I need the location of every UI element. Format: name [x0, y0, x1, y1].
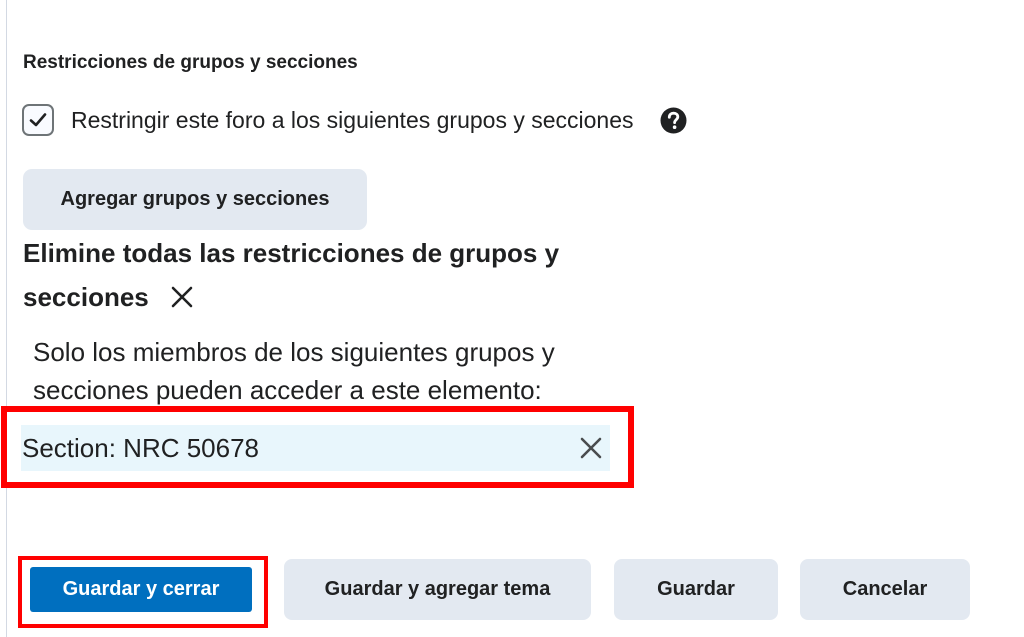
restrict-checkbox-label: Restringir este foro a los siguientes gr…	[71, 106, 634, 133]
remove-all-label: Elimine todas las restricciones de grupo…	[23, 238, 560, 312]
cancel-button[interactable]: Cancelar	[800, 559, 970, 620]
restrict-checkbox[interactable]	[22, 104, 54, 136]
restriction-item: Section: NRC 50678	[21, 425, 610, 471]
remove-all-restrictions: Elimine todas las restricciones de grupo…	[23, 231, 603, 319]
restriction-info-text: Solo los miembros de los siguientes grup…	[33, 337, 555, 405]
save-add-topic-button[interactable]: Guardar y agregar tema	[284, 559, 591, 620]
restriction-item-label: Section: NRC 50678	[22, 432, 260, 463]
save-button[interactable]: Guardar	[614, 559, 778, 620]
left-divider	[6, 0, 7, 637]
section-heading: Restricciones de grupos y secciones	[23, 52, 358, 73]
add-groups-button[interactable]: Agregar grupos y secciones	[23, 169, 367, 230]
checkmark-icon	[29, 113, 47, 127]
close-icon[interactable]	[171, 286, 193, 308]
help-circle-icon[interactable]	[660, 107, 687, 134]
close-icon[interactable]	[580, 437, 602, 459]
restrict-checkbox-row: Restringir este foro a los siguientes gr…	[22, 104, 687, 136]
save-close-button[interactable]: Guardar y cerrar	[30, 567, 252, 612]
